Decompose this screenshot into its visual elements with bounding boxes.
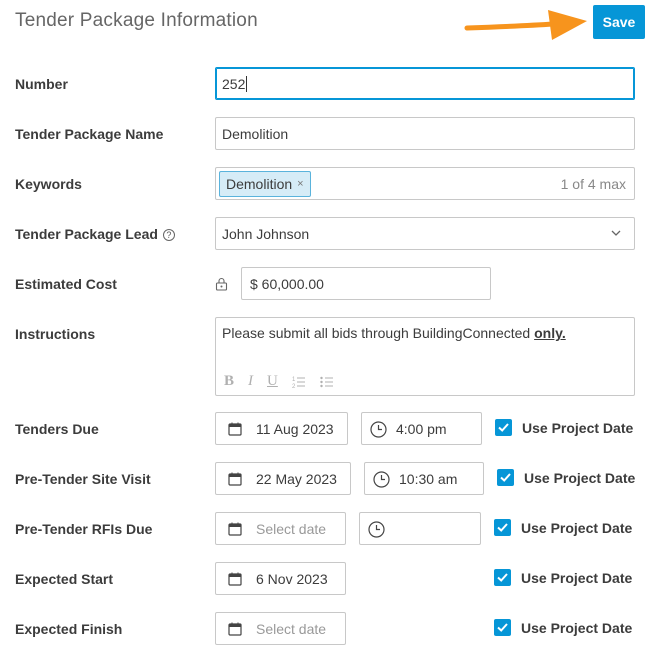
expected-finish-use-project-date-label: Use Project Date (521, 620, 633, 636)
expected-finish-use-project-date-checkbox[interactable] (494, 619, 511, 636)
keyword-count: 1 of 4 max (560, 176, 626, 192)
pre-tender-rfis-due-use-project-date-checkbox[interactable] (494, 519, 511, 536)
checkmark-icon (497, 623, 508, 632)
estimated-cost-label: Estimated Cost (15, 276, 117, 292)
tender-package-lead-select[interactable]: John Johnson (215, 217, 635, 250)
pre-tender-rfis-due-date-input[interactable]: Select date (215, 512, 346, 545)
tender-package-name-input[interactable]: Demolition (215, 117, 635, 150)
tenders-due-date-value: 11 Aug 2023 (256, 421, 334, 437)
calendar-icon (228, 422, 242, 436)
checkmark-icon (498, 423, 509, 432)
tenders-due-time-value: 4:00 pm (396, 421, 447, 437)
expected-start-use-project-date-label: Use Project Date (521, 570, 633, 586)
svg-text:2: 2 (292, 384, 296, 389)
instructions-textarea[interactable]: Please submit all bids through BuildingC… (215, 317, 635, 396)
tender-package-lead-label-text: Tender Package Lead (15, 226, 158, 242)
calendar-icon (228, 572, 242, 586)
instructions-text: Please submit all bids through BuildingC… (222, 325, 566, 341)
pre-tender-rfis-due-use-project-date-label: Use Project Date (521, 520, 633, 536)
pre-tender-site-visit-time-input[interactable]: 10:30 am (364, 462, 484, 495)
tender-package-lead-value: John Johnson (222, 225, 310, 242)
number-input[interactable]: 252 (215, 67, 635, 100)
estimated-cost-value: $ 60,000.00 (250, 275, 324, 292)
tenders-due-use-project-date-checkbox[interactable] (495, 419, 512, 436)
instructions-emphasis: only. (534, 325, 566, 341)
clock-icon (373, 471, 390, 488)
pre-tender-site-visit-label: Pre-Tender Site Visit (15, 471, 151, 487)
tender-package-name-value: Demolition (222, 125, 289, 142)
bold-icon[interactable]: B (224, 373, 234, 390)
keywords-input[interactable]: Demolition × 1 of 4 max (215, 167, 635, 200)
expected-start-date-input[interactable]: 6 Nov 2023 (215, 562, 346, 595)
pre-tender-rfis-due-time-input[interactable] (359, 512, 481, 545)
formatting-toolbar: B I U 12 (224, 373, 334, 390)
help-icon[interactable]: ? (162, 229, 175, 241)
calendar-icon (228, 472, 242, 486)
svg-text:1: 1 (292, 377, 296, 383)
tenders-due-date-input[interactable]: 11 Aug 2023 (215, 412, 348, 445)
keyword-tag: Demolition × (219, 171, 311, 197)
chevron-down-icon (611, 230, 621, 236)
tenders-due-use-project-date-label: Use Project Date (522, 420, 634, 436)
save-button[interactable]: Save (593, 5, 645, 39)
checkmark-icon (497, 573, 508, 582)
calendar-icon (228, 622, 242, 636)
italic-icon[interactable]: I (248, 373, 253, 390)
number-label: Number (15, 76, 68, 92)
checkmark-icon (497, 523, 508, 532)
pre-tender-site-visit-time-value: 10:30 am (399, 471, 458, 487)
orange-arrow-annotation (464, 10, 587, 40)
clock-icon (370, 421, 387, 438)
expected-start-use-project-date-checkbox[interactable] (494, 569, 511, 586)
tender-package-name-label: Tender Package Name (15, 126, 164, 142)
underline-icon[interactable]: U (267, 373, 278, 390)
instructions-body: Please submit all bids through BuildingC… (222, 325, 535, 341)
clock-icon (368, 521, 385, 538)
expected-start-label: Expected Start (15, 571, 114, 587)
estimated-cost-input[interactable]: $ 60,000.00 (241, 267, 491, 300)
number-value: 252 (222, 75, 246, 92)
tenders-due-time-input[interactable]: 4:00 pm (361, 412, 482, 445)
lock-icon (215, 277, 228, 291)
bullet-list-icon[interactable] (320, 375, 334, 389)
keyword-tag-label: Demolition (226, 176, 293, 192)
pre-tender-site-visit-date-value: 22 May 2023 (256, 471, 337, 487)
expected-finish-date-input[interactable]: Select date (215, 612, 346, 645)
pre-tender-site-visit-use-project-date-label: Use Project Date (524, 470, 636, 486)
calendar-icon (228, 522, 242, 536)
pre-tender-site-visit-use-project-date-checkbox[interactable] (497, 469, 514, 486)
checkmark-icon (500, 473, 511, 482)
tender-package-lead-label: Tender Package Lead? (15, 226, 175, 242)
expected-finish-date-placeholder: Select date (256, 621, 327, 637)
pre-tender-rfis-due-label: Pre-Tender RFIs Due (15, 521, 153, 537)
ordered-list-icon[interactable]: 12 (292, 375, 306, 389)
expected-start-date-value: 6 Nov 2023 (256, 571, 328, 587)
instructions-label: Instructions (15, 326, 96, 342)
expected-finish-label: Expected Finish (15, 621, 123, 637)
page-title: Tender Package Information (15, 10, 258, 31)
tenders-due-label: Tenders Due (15, 421, 99, 437)
pre-tender-site-visit-date-input[interactable]: 22 May 2023 (215, 462, 351, 495)
remove-tag-icon[interactable]: × (297, 178, 303, 190)
keywords-label: Keywords (15, 176, 82, 192)
pre-tender-rfis-due-date-placeholder: Select date (256, 521, 327, 537)
